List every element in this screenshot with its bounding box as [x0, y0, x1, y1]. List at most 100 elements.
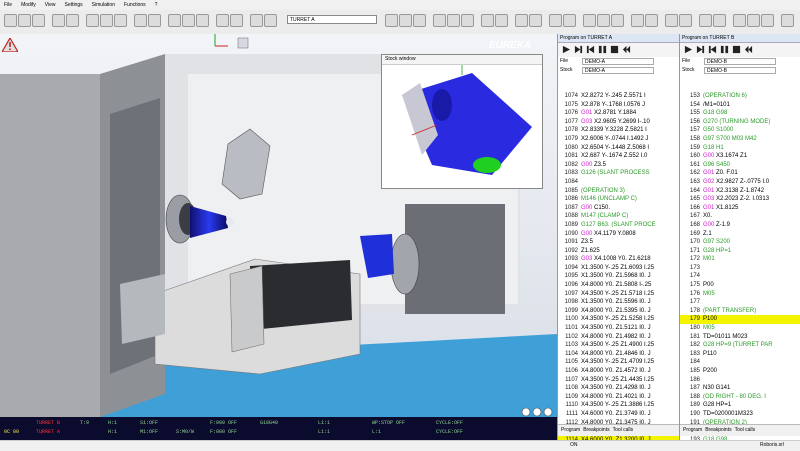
program-line[interactable]: 1074 X2.8272 Y-.245 Z.5571 I — [558, 92, 679, 101]
program-line[interactable]: 1110 X4.3500 Y-.25 Z1.3886 I.25 — [558, 401, 679, 410]
program-line[interactable]: 161 G96 S450 — [680, 161, 800, 170]
toolbar-button-5[interactable] — [66, 14, 79, 27]
program-line[interactable]: 1106 X4.8000 Y0. Z1.4572 I0. J — [558, 367, 679, 376]
program-line[interactable]: 153 (OPERATION 6) — [680, 92, 800, 101]
file-select[interactable]: DEMO-B — [704, 58, 776, 65]
toolbar-button-16[interactable] — [250, 14, 263, 27]
menu-modify[interactable]: Modify — [21, 2, 36, 8]
file-select[interactable]: DEMO-A — [582, 58, 654, 65]
step-icon[interactable] — [574, 45, 583, 54]
step-back-icon[interactable] — [708, 45, 717, 54]
program-line[interactable]: 1087 G00 C150. — [558, 204, 679, 213]
toolbar-button-41[interactable] — [761, 14, 774, 27]
program-line[interactable]: 1078 X2.8339 Y.3228 Z.5821 I — [558, 126, 679, 135]
program-line[interactable]: 1092 Z1.625 — [558, 247, 679, 256]
toolbar-button-8[interactable] — [114, 14, 127, 27]
rewind-icon[interactable] — [622, 45, 631, 54]
toolbar-button-13[interactable] — [196, 14, 209, 27]
toolbar-button-21[interactable] — [433, 14, 446, 27]
toolbar-button-39[interactable] — [733, 14, 746, 27]
toolbar-button-19[interactable] — [399, 14, 412, 27]
program-line[interactable]: 178 (PART TRANSFER) — [680, 307, 800, 316]
program-line[interactable]: 181 TD=01011 M023 — [680, 333, 800, 342]
menu-help[interactable]: ? — [155, 2, 158, 8]
program-line[interactable]: 1083 G126 (SLANT PROCESS — [558, 169, 679, 178]
program-line[interactable]: 190 TD=0200001M323 — [680, 410, 800, 419]
program-line[interactable]: 160 G00 X3.1674 Z1 — [680, 152, 800, 161]
program-line[interactable]: 167 X0. — [680, 212, 800, 221]
program-line[interactable]: 1089 G127 B63. (SLANT PROCE — [558, 221, 679, 230]
program-line[interactable]: 1095 X1.3500 Y0. Z1.5968 I0. J — [558, 272, 679, 281]
tab-tool-calls[interactable]: Tool calls — [735, 425, 756, 436]
program-line[interactable]: 164 G01 X2.3138 Z-1.8742 — [680, 187, 800, 196]
menu-functions[interactable]: Functions — [124, 2, 146, 8]
menu-file[interactable]: File — [4, 2, 12, 8]
toolbar-button-40[interactable] — [747, 14, 760, 27]
program-line[interactable]: 180 M05 — [680, 324, 800, 333]
toolbar-button-24[interactable] — [481, 14, 494, 27]
program-line[interactable]: 1096 X4.8000 Y0. Z1.5808 I-.25 — [558, 281, 679, 290]
program-line[interactable]: 173 — [680, 264, 800, 273]
program-line[interactable]: 155 G18 G98 — [680, 109, 800, 118]
program-line[interactable]: 157 G50 S1000 — [680, 126, 800, 135]
toolbar-button-34[interactable] — [645, 14, 658, 27]
program-line[interactable]: 156 G270 (TURNING MODE) — [680, 118, 800, 127]
program-line[interactable]: 1098 X1.3500 Y0. Z1.5596 I0. J — [558, 298, 679, 307]
machine-select[interactable]: TURRET A — [287, 15, 377, 24]
stop-icon[interactable] — [610, 45, 619, 54]
program-line[interactable]: 1103 X4.3500 Y-.25 Z1.4900 I.25 — [558, 341, 679, 350]
toolbar-button-2[interactable] — [18, 14, 31, 27]
menu-view[interactable]: View — [45, 2, 56, 8]
rewind-icon[interactable] — [744, 45, 753, 54]
toolbar-button-11[interactable] — [168, 14, 181, 27]
toolbar-button-28[interactable] — [549, 14, 562, 27]
program-line[interactable]: 1088 M147 (CLAMP C) — [558, 212, 679, 221]
toolbar-button-22[interactable] — [447, 14, 460, 27]
program-line[interactable]: 175 P00 — [680, 281, 800, 290]
program-line[interactable]: 1091 Z3.5 — [558, 238, 679, 247]
toolbar-button-17[interactable] — [264, 14, 277, 27]
toolbar-button-35[interactable] — [665, 14, 678, 27]
toolbar-button-29[interactable] — [563, 14, 576, 27]
menu-simulation[interactable]: Simulation — [92, 2, 115, 8]
program-line[interactable]: 1105 X4.3500 Y-.25 Z1.4709 I.25 — [558, 358, 679, 367]
toolbar-button-1[interactable] — [4, 14, 17, 27]
program-line[interactable]: 168 G00 Z-1.9 — [680, 221, 800, 230]
program-line[interactable]: 186 — [680, 376, 800, 385]
program-line[interactable]: 170 G97 S200 — [680, 238, 800, 247]
program-line[interactable]: 1099 X4.8000 Y0. Z1.5395 I0. J — [558, 307, 679, 316]
program-line[interactable]: 171 G28 HP=1 — [680, 247, 800, 256]
stop-icon[interactable] — [732, 45, 741, 54]
stock-window[interactable]: Stock window — [381, 54, 543, 189]
program-line[interactable]: 162 G01 Z0. F.01 — [680, 169, 800, 178]
program-line[interactable]: 1076 G01 X2.8781 Y.1884 — [558, 109, 679, 118]
program-line[interactable]: 1084 — [558, 178, 679, 187]
program-line[interactable]: 172 M01 — [680, 255, 800, 264]
program-line[interactable]: 1101 X4.3500 Y0. Z1.5121 I0. J — [558, 324, 679, 333]
program-line[interactable]: 163 G02 X2.9827 Z-.0775 I.0 — [680, 178, 800, 187]
toolbar-button-36[interactable] — [679, 14, 692, 27]
program-line[interactable]: 1090 G00 X4.1179 Y.0808 — [558, 230, 679, 239]
program-line[interactable]: 1082 G00 Z3.5 — [558, 161, 679, 170]
program-line[interactable]: 179 P100 — [680, 315, 800, 325]
tab-program[interactable]: Program — [683, 425, 702, 436]
toolbar-button-18[interactable] — [385, 14, 398, 27]
program-line[interactable]: 166 G01 X1.8125 — [680, 204, 800, 213]
toolbar-button-3[interactable] — [32, 14, 45, 27]
program-line[interactable]: 1080 X2.6504 Y-.1448 Z.5068 I — [558, 144, 679, 153]
program-line[interactable]: 1097 X4.3500 Y-.25 Z1.5718 I.25 — [558, 290, 679, 299]
program-line[interactable]: 1109 X4.8000 Y0. Z1.4021 I0. J — [558, 393, 679, 402]
toolbar-button-37[interactable] — [699, 14, 712, 27]
program-line[interactable]: 174 — [680, 272, 800, 281]
tab-breakpoints[interactable]: Breakpoints — [583, 425, 609, 436]
program-line[interactable]: 187 N30 G141 — [680, 384, 800, 393]
program-line[interactable]: 1086 M146 (UNCLAMP C) — [558, 195, 679, 204]
toolbar-button-25[interactable] — [495, 14, 508, 27]
program-line[interactable]: 154/M1=0101 — [680, 101, 800, 110]
program-line[interactable]: 188 (OD RIGHT - 80 DEG. I — [680, 393, 800, 402]
toolbar-button-12[interactable] — [182, 14, 195, 27]
program-line[interactable]: 1075 X2.878 Y-.1768 I.0576 J — [558, 101, 679, 110]
toolbar-button-27[interactable] — [529, 14, 542, 27]
step-back-icon[interactable] — [586, 45, 595, 54]
program-line[interactable]: 183 P110 — [680, 350, 800, 359]
